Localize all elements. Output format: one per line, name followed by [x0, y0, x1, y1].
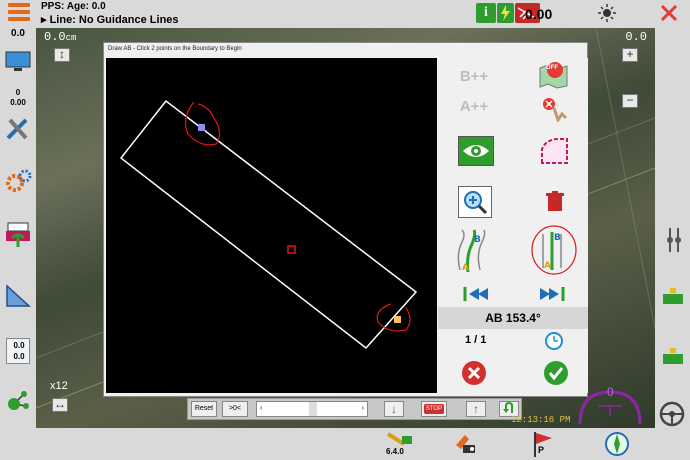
pan-icon[interactable]: ↕	[54, 48, 70, 62]
section-up-icon[interactable]	[660, 286, 686, 313]
boundary-curve-icon[interactable]	[536, 134, 572, 168]
section-down-icon[interactable]	[660, 346, 686, 373]
triangle-ruler-icon[interactable]	[4, 283, 32, 314]
zoom-in-button[interactable]: +	[622, 48, 638, 62]
hitch-icon[interactable]	[453, 431, 479, 460]
left-bottom-value-top: 0.0	[13, 341, 25, 350]
b-plus-button[interactable]: B++	[454, 64, 494, 88]
map-off-button[interactable]: OFF	[536, 60, 572, 90]
cancel-button[interactable]	[460, 359, 488, 387]
bottom-bar: 6.4.0 P	[0, 428, 690, 460]
left-bottom-box: 0.0 0.0	[6, 338, 30, 364]
speed-gauge-value: 0	[607, 385, 614, 399]
clock-readout: 12:13:16 PM	[511, 415, 571, 425]
scroll-left-arrow[interactable]: ‹	[260, 402, 262, 416]
point-b-marker[interactable]	[394, 316, 401, 323]
speed-readout: 0.00	[525, 6, 553, 22]
scroll-right-arrow[interactable]: ›	[362, 402, 364, 416]
left-bottom-value-bottom: 0.0	[13, 352, 25, 361]
svg-text:B: B	[474, 235, 481, 245]
power-status-icon[interactable]	[497, 3, 514, 23]
tools-icon[interactable]	[4, 116, 32, 147]
offset-left: 0.0cm	[44, 30, 77, 44]
slider-icon[interactable]	[663, 226, 685, 259]
scroll-track[interactable]: ‹ ›	[256, 401, 368, 417]
skip-forward-icon[interactable]	[534, 283, 570, 305]
svg-text:A: A	[544, 261, 551, 271]
left-top-value: 0.0	[11, 28, 25, 39]
clock-icon[interactable]	[542, 330, 566, 352]
reset-button[interactable]: Reset	[191, 401, 217, 417]
boundary-canvas[interactable]	[106, 58, 437, 393]
svg-text:A: A	[462, 263, 469, 273]
right-sidebar	[655, 28, 690, 428]
skip-back-icon[interactable]	[458, 283, 494, 305]
scroll-thumb[interactable]	[309, 402, 317, 416]
a-plus-button[interactable]: A++	[454, 94, 494, 118]
center-marker	[287, 245, 296, 254]
left-mid-value-bottom: 0.00	[10, 98, 26, 107]
off-label: OFF	[546, 65, 558, 71]
expand-icon[interactable]: ↔	[52, 398, 68, 412]
info-icon[interactable]: i	[476, 3, 496, 23]
move-down-button[interactable]: ↓	[384, 401, 404, 417]
curve-ab-icon[interactable]: BA	[454, 228, 492, 274]
eye-icon[interactable]	[458, 136, 494, 166]
dialog-title: Draw AB - Click 2 points on the Boundary…	[108, 46, 242, 52]
map-bottom-toolbar: Reset >0< ‹ › ↓ STOP ↑	[187, 398, 522, 420]
zoom-level: x12	[50, 380, 68, 392]
version-label: 6.4.0	[386, 447, 404, 456]
move-up-button[interactable]: ↑	[466, 401, 486, 417]
settings-gear-icon[interactable]	[4, 168, 32, 199]
offset-right: 0.0	[625, 30, 647, 44]
stop-label: STOP	[423, 404, 445, 414]
field-boundary	[119, 99, 418, 350]
ab-heading-display: AB 153.4°	[438, 307, 588, 329]
flag-icon[interactable]: P	[530, 430, 556, 460]
left-sidebar: 0.0 0 0.00 0.0 0.0	[0, 28, 36, 428]
guidance-line-label: Line: No Guidance Lines	[49, 14, 179, 26]
compass-icon[interactable]	[604, 430, 630, 460]
ok-button[interactable]	[542, 359, 570, 387]
close-icon[interactable]	[658, 3, 680, 23]
guidance-line-status[interactable]: ▸ Line: No Guidance Lines	[41, 13, 179, 26]
nudge-button[interactable]: >0<	[222, 401, 248, 417]
network-icon[interactable]	[4, 386, 32, 419]
speed-gauge: 0	[574, 385, 646, 426]
flag-label: P	[538, 445, 545, 455]
straight-ab-icon[interactable]: BA	[530, 224, 578, 276]
trash-icon[interactable]	[542, 189, 568, 213]
hamburger-menu-icon[interactable]	[8, 3, 30, 23]
top-status-bar: PPS: Age: 0.0 ▸ Line: No Guidance Lines …	[0, 0, 690, 28]
left-mid-value-top: 0	[15, 88, 21, 97]
point-a-marker[interactable]	[198, 124, 205, 131]
dialog-tool-panel: B++ OFF A++ BA BA AB 153.4° 1 / 1	[438, 58, 588, 393]
pps-age: PPS: Age: 0.0	[41, 1, 106, 12]
draw-ab-dialog: Draw AB - Click 2 points on the Boundary…	[103, 42, 588, 397]
zoom-magnifier-icon[interactable]	[458, 186, 492, 218]
field-print-icon[interactable]	[4, 220, 32, 253]
brightness-icon[interactable]	[596, 3, 618, 23]
delete-point-button[interactable]	[538, 94, 568, 122]
display-icon[interactable]	[4, 50, 32, 77]
stop-button[interactable]: STOP	[421, 401, 447, 417]
svg-text:B: B	[554, 233, 561, 243]
line-index: 1 / 1	[465, 334, 487, 346]
zoom-out-button[interactable]: −	[622, 94, 638, 108]
